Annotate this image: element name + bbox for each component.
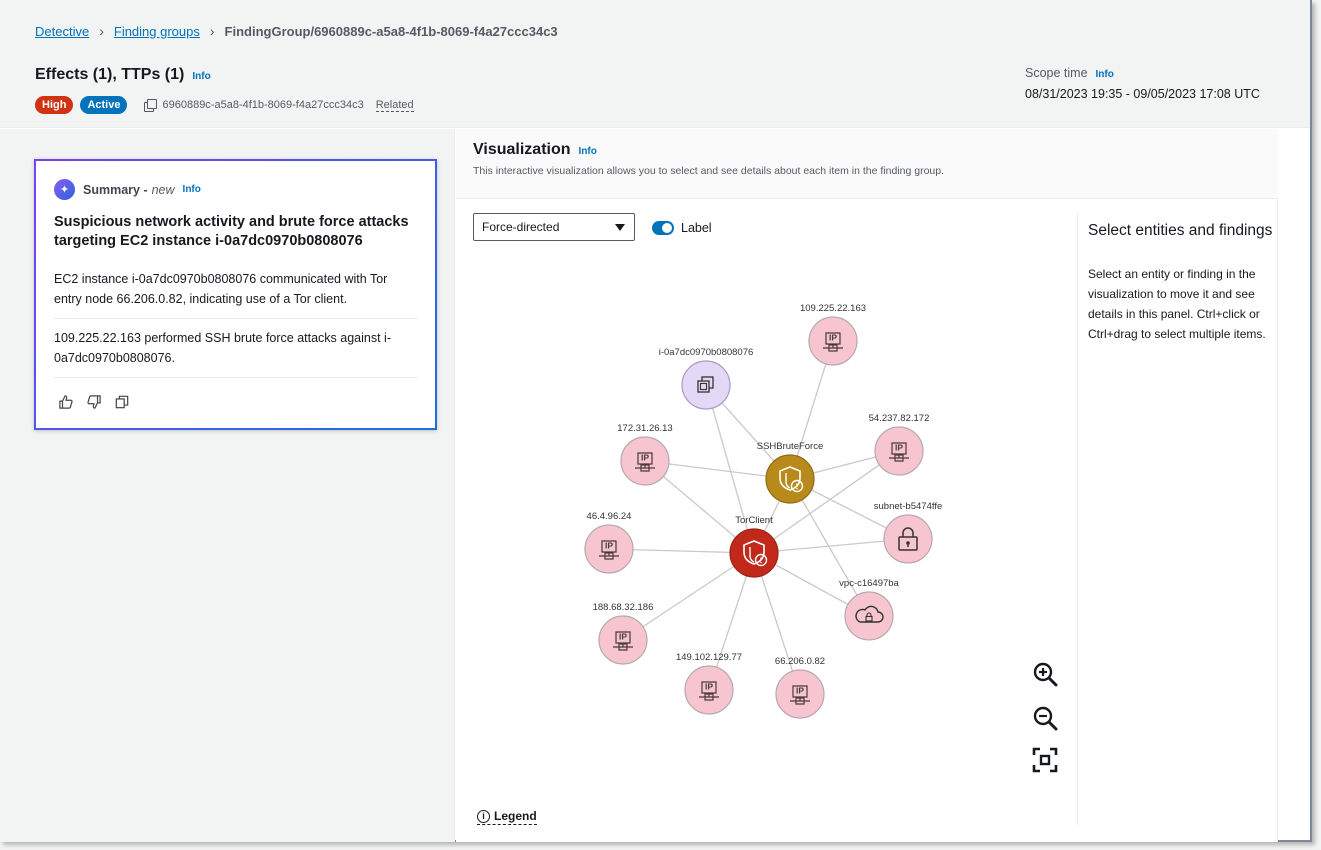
ai-assistant-icon: ✦ <box>54 179 75 200</box>
severity-badge: High <box>35 96 74 114</box>
summary-info-link[interactable]: Info <box>183 184 201 195</box>
graph-node-ip6[interactable]: IP 149.102.129.77 <box>676 652 742 715</box>
scope-time-label: Scope time <box>1025 66 1088 80</box>
visualization-info-link[interactable]: Info <box>579 146 597 157</box>
summary-paragraph: 109.225.22.163 performed SSH brute force… <box>54 319 417 378</box>
label-toggle-text: Label <box>681 221 712 235</box>
svg-text:IP: IP <box>605 541 613 551</box>
graph-node-label: 188.68.32.186 <box>593 602 654 613</box>
zoom-in-icon[interactable] <box>1032 661 1058 687</box>
graph-node-ip4[interactable]: IP 46.4.96.24 <box>584 511 634 574</box>
graph-node-label: 46.4.96.24 <box>587 511 632 522</box>
graph-node-ip1[interactable]: IP 109.225.22.163 <box>800 303 866 366</box>
graph-node-label: i-0a7dc0970b0808076 <box>659 347 754 358</box>
svg-text:IP: IP <box>829 333 837 343</box>
title-info-link[interactable]: Info <box>192 71 210 82</box>
page-header: Detective › Finding groups › FindingGrou… <box>0 0 1310 128</box>
copy-summary-icon[interactable] <box>114 394 130 410</box>
svg-text:IP: IP <box>705 682 713 692</box>
layout-select-value: Force-directed <box>482 220 560 234</box>
group-id: 6960889c-a5a8-4f1b-8069-f4a27ccc34c3 <box>162 99 364 111</box>
graph-node-instance[interactable]: i-0a7dc0970b0808076 <box>659 347 754 410</box>
graph-node-ip7[interactable]: IP 66.206.0.82 <box>775 656 825 719</box>
graph-node-label: 149.102.129.77 <box>676 652 742 663</box>
details-text: Select an entity or finding in the visua… <box>1088 267 1266 341</box>
visualization-description: This interactive visualization allows yo… <box>473 165 945 177</box>
svg-text:IP: IP <box>641 453 649 463</box>
layout-select[interactable]: Force-directed <box>473 213 635 241</box>
label-toggle[interactable] <box>652 221 674 235</box>
breadcrumb-detective[interactable]: Detective <box>35 24 89 39</box>
graph-node-vpc[interactable]: vpc-c16497ba <box>839 578 900 641</box>
feedback-bar <box>54 394 417 410</box>
graph-node-label: TorClient <box>735 515 773 526</box>
status-row: High Active 6960889c-a5a8-4f1b-8069-f4a2… <box>35 96 414 114</box>
scope-time: Scope time Info 08/31/2023 19:35 - 09/05… <box>1025 66 1260 101</box>
related-link[interactable]: Related <box>375 99 414 112</box>
summary-paragraph: EC2 instance i-0a7dc0970b0808076 communi… <box>54 260 417 319</box>
graph-node-label: 109.225.22.163 <box>800 303 866 314</box>
copy-icon[interactable] <box>144 99 158 112</box>
summary-new-tag: new <box>151 182 175 197</box>
chevron-right-icon: › <box>99 23 104 39</box>
svg-text:IP: IP <box>796 686 804 696</box>
svg-text:IP: IP <box>619 632 627 642</box>
chevron-right-icon: › <box>209 23 215 39</box>
breadcrumb: Detective › Finding groups › FindingGrou… <box>35 23 558 39</box>
visualization-panel: Visualization Info This interactive visu… <box>456 129 1278 842</box>
summary-title: Suspicious network activity and brute fo… <box>54 214 409 249</box>
graph-node-label: 54.237.82.172 <box>869 413 930 424</box>
breadcrumb-finding-groups[interactable]: Finding groups <box>114 24 200 39</box>
visualization-header: Visualization Info This interactive visu… <box>456 129 1278 199</box>
details-title: Select entities and findings <box>1088 222 1273 239</box>
scope-info-link[interactable]: Info <box>1096 69 1114 80</box>
info-icon: i <box>477 809 490 823</box>
visualization-title: Visualization <box>473 141 571 158</box>
svg-text:IP: IP <box>895 443 903 453</box>
graph-node-label: subnet-b5474ffe <box>874 501 943 512</box>
thumbs-down-icon[interactable] <box>86 394 102 410</box>
fit-to-screen-icon[interactable] <box>1032 747 1058 773</box>
graph-node-tor[interactable]: TorClient <box>729 515 779 578</box>
graph-node-label: SSHBruteForce <box>757 441 824 452</box>
breadcrumb-current: FindingGroup/6960889c-a5a8-4f1b-8069-f4a… <box>224 23 558 39</box>
page-title-text: Effects (1), TTPs (1) <box>35 66 185 83</box>
status-badge: Active <box>80 96 128 114</box>
zoom-out-icon[interactable] <box>1032 705 1058 731</box>
legend-toggle[interactable]: i Legend <box>477 809 537 825</box>
graph-node-ssh[interactable]: SSHBruteForce <box>757 441 824 504</box>
graph-node-ip2[interactable]: IP 172.31.26.13 <box>617 423 673 486</box>
summary-card: ✦ Summary - new Info Suspicious network … <box>34 159 437 430</box>
graph-node-label: 172.31.26.13 <box>617 423 672 434</box>
legend-label: Legend <box>494 809 537 823</box>
graph-node-label: vpc-c16497ba <box>839 578 899 589</box>
summary-label: Summary - <box>83 182 148 197</box>
app-frame: Detective › Finding groups › FindingGrou… <box>0 0 1312 842</box>
page-title: Effects (1), TTPs (1) Info <box>35 66 211 84</box>
details-panel: Select entities and findings Select an e… <box>1077 213 1277 825</box>
scope-time-value: 08/31/2023 19:35 - 09/05/2023 17:08 UTC <box>1025 87 1260 101</box>
graph-node-ip5[interactable]: IP 188.68.32.186 <box>593 602 654 665</box>
graph-node-label: 66.206.0.82 <box>775 656 825 667</box>
graph-node-subnet[interactable]: subnet-b5474ffe <box>874 501 943 564</box>
caret-down-icon <box>615 224 625 231</box>
entity-graph[interactable]: i-0a7dc0970b0808076 IP 109.225.22.163 IP 172… <box>456 259 1076 819</box>
thumbs-up-icon[interactable] <box>58 394 74 410</box>
